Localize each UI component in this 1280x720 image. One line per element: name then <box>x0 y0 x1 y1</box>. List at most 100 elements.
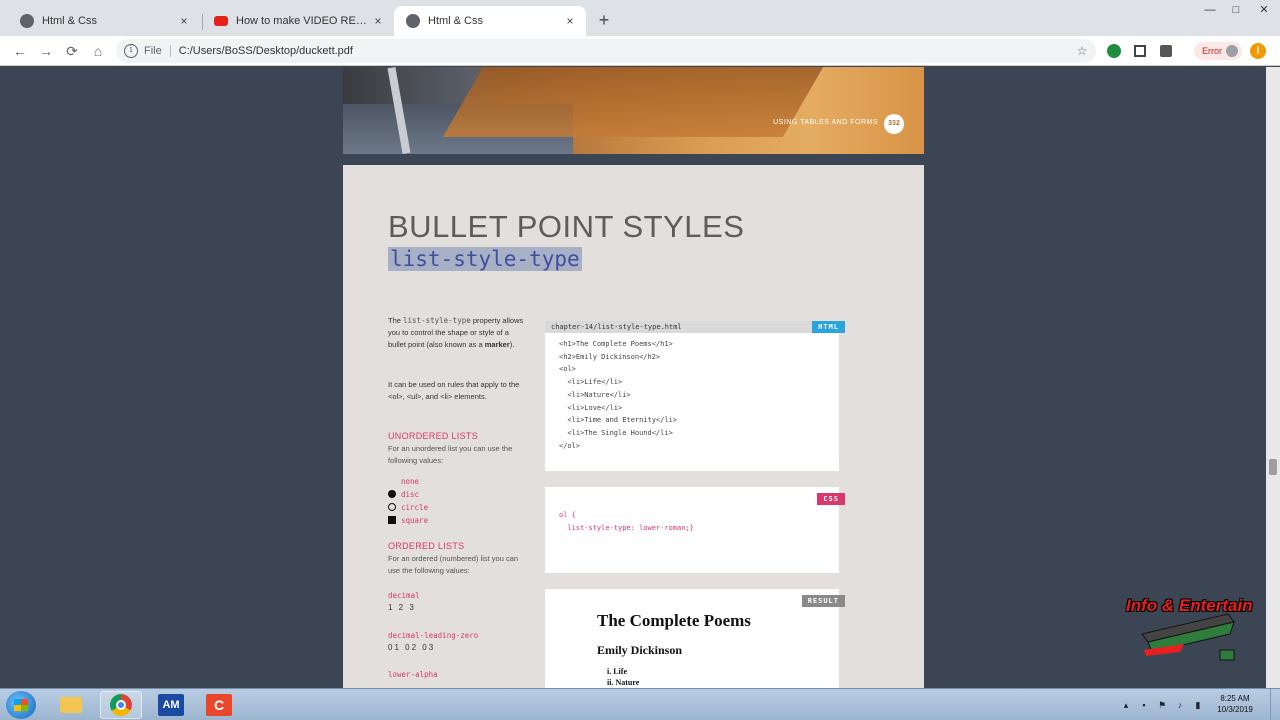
am-icon: AM <box>158 694 184 716</box>
value-label: circle <box>401 502 429 512</box>
channel-watermark: Info & Entertain <box>1124 590 1253 670</box>
info-icon[interactable]: i <box>124 44 138 58</box>
watermark-text: Info & Entertain <box>1126 596 1253 615</box>
value-label: decimal-leading-zero <box>388 631 479 640</box>
tab-html-css-active[interactable]: Html & Css × <box>394 6 586 36</box>
am-taskbar-button[interactable]: AM <box>150 691 192 719</box>
html-code-card: chapter-14/list-style-type.html HTML <h1… <box>545 321 845 471</box>
value-example: 01 02 03 <box>388 643 436 652</box>
list-item: square <box>388 514 428 526</box>
explorer-taskbar-button[interactable] <box>50 691 92 719</box>
tab-youtube[interactable]: How to make VIDEO RESPOND - × <box>202 6 394 36</box>
intro-text: ). <box>509 340 515 349</box>
home-button[interactable]: ⌂ <box>88 41 108 61</box>
forward-button[interactable]: → <box>36 41 56 61</box>
maximize-button[interactable]: □ <box>1222 0 1250 20</box>
tab-strip: Html & Css × How to make VIDEO RESPOND -… <box>0 0 1280 36</box>
tab-title: How to make VIDEO RESPOND - <box>236 15 370 27</box>
clock-date: 10/3/2019 <box>1217 705 1253 714</box>
unordered-note: For an unordered list you can use the fo… <box>388 444 513 465</box>
youtube-icon <box>214 16 228 26</box>
tab-html-css-1[interactable]: Html & Css × <box>8 6 200 36</box>
scroll-thumb[interactable] <box>1269 459 1277 475</box>
globe-icon <box>20 14 34 28</box>
intro-paragraph: The list-style-type property allows you … <box>388 315 528 351</box>
extension-check-icon[interactable] <box>1106 43 1122 59</box>
code-line: list-style-type: lower-roman;} <box>559 523 694 532</box>
clock-time: 8:25 AM <box>1220 694 1250 703</box>
ordered-heading: ORDERED LISTS <box>388 541 465 551</box>
result-subtitle: Emily Dickinson <box>597 643 683 657</box>
url-text[interactable]: C:/Users/BoSS/Desktop/duckett.pdf <box>179 45 353 57</box>
close-tab-icon[interactable]: × <box>562 14 578 28</box>
value-example: 1 2 3 <box>388 603 416 612</box>
back-button[interactable]: ← <box>10 41 30 61</box>
disc-bullet-icon <box>388 490 396 498</box>
page-caption: USING TABLES AND FORMS <box>773 119 878 126</box>
value-label: disc <box>401 489 420 499</box>
tray-app-icon[interactable]: ▪ <box>1138 699 1150 711</box>
folder-icon <box>60 697 82 713</box>
code-line: </ol> <box>559 441 581 450</box>
profile-error-button[interactable]: Error <box>1194 42 1242 60</box>
code-line: <h2>Emily Dickinson</h2> <box>559 352 661 361</box>
result-title: The Complete Poems <box>597 611 751 630</box>
tray-network-icon[interactable]: ▮ <box>1192 699 1204 711</box>
extension-square-icon[interactable] <box>1132 43 1148 59</box>
close-tab-icon[interactable]: × <box>370 14 386 28</box>
code-line: <li>Love</li> <box>559 403 623 412</box>
browser-toolbar: ← → ⟳ ⌂ i File C:/Users/BoSS/Desktop/duc… <box>0 36 1280 66</box>
tray-expand-icon[interactable]: ▴ <box>1120 699 1132 711</box>
page-subtitle: list-style-type <box>388 247 582 271</box>
system-clock[interactable]: 8:25 AM 10/3/2019 <box>1210 693 1260 715</box>
avatar <box>1226 45 1238 57</box>
extension-puzzle-icon[interactable] <box>1158 43 1174 59</box>
value-label: none <box>401 476 420 486</box>
code-line: <h1>The Complete Poems</h1> <box>559 340 673 348</box>
vertical-scrollbar[interactable] <box>1266 67 1280 688</box>
code-line: <li>Life</li> <box>559 378 623 387</box>
reload-button[interactable]: ⟳ <box>62 41 82 61</box>
intro-paragraph-2: It can be used on rules that apply to th… <box>388 380 520 401</box>
tray-volume-icon[interactable]: ♪ <box>1174 699 1186 711</box>
bookmark-star-icon[interactable]: ☆ <box>1074 43 1090 59</box>
code-line: <ol> <box>559 365 576 374</box>
result-card: RESULT The Complete Poems Emily Dickinso… <box>545 589 845 688</box>
value-label: decimal <box>388 591 420 600</box>
close-tab-icon[interactable]: × <box>176 14 192 28</box>
chrome-menu-icon[interactable]: ! <box>1250 43 1266 59</box>
list-item: disc <box>388 488 419 500</box>
intro-bold: marker <box>484 340 510 349</box>
previous-page-photo: USING TABLES AND FORMS 332 <box>343 67 924 154</box>
unordered-heading: UNORDERED LISTS <box>388 431 479 441</box>
close-window-button[interactable]: ✕ <box>1250 0 1278 20</box>
code-file-name: chapter-14/list-style-type.html <box>545 321 839 333</box>
css-code-card: CSS ol { list-style-type: lower-roman;} <box>545 487 845 573</box>
start-button[interactable] <box>6 691 36 719</box>
intro-code: list-style-type <box>403 316 471 325</box>
circle-bullet-icon <box>388 503 396 511</box>
css-badge: CSS <box>817 493 845 505</box>
tab-title: Html & Css <box>42 15 97 27</box>
page-number: 332 <box>884 114 904 134</box>
url-scheme: File <box>144 45 171 57</box>
minimize-button[interactable]: — <box>1196 0 1224 20</box>
code-block: ol { list-style-type: lower-roman;} <box>545 487 839 534</box>
c-app-taskbar-button[interactable]: C <box>198 691 240 719</box>
pdf-viewer[interactable]: USING TABLES AND FORMS 332 BULLET POINT … <box>0 67 1280 688</box>
error-label: Error <box>1202 46 1222 56</box>
value-label: square <box>401 515 429 525</box>
chrome-icon <box>110 694 132 716</box>
taskbar: AM C ▴ ▪ ⚑ ♪ ▮ 8:25 AM 10/3/2019 <box>0 688 1280 720</box>
html-badge: HTML <box>812 321 845 333</box>
code-line: <li>Time and Eternity</li> <box>559 416 678 425</box>
result-badge: RESULT <box>801 595 845 607</box>
list-item: none <box>388 475 419 487</box>
new-tab-button[interactable]: + <box>594 10 614 30</box>
tray-flag-icon[interactable]: ⚑ <box>1156 699 1168 711</box>
code-block: <h1>The Complete Poems</h1> <h2>Emily Di… <box>545 333 839 452</box>
no-bullet-icon <box>388 477 396 485</box>
chrome-taskbar-button[interactable] <box>100 691 142 719</box>
show-desktop-button[interactable] <box>1270 689 1280 720</box>
address-bar[interactable]: i File C:/Users/BoSS/Desktop/duckett.pdf <box>116 39 1096 63</box>
